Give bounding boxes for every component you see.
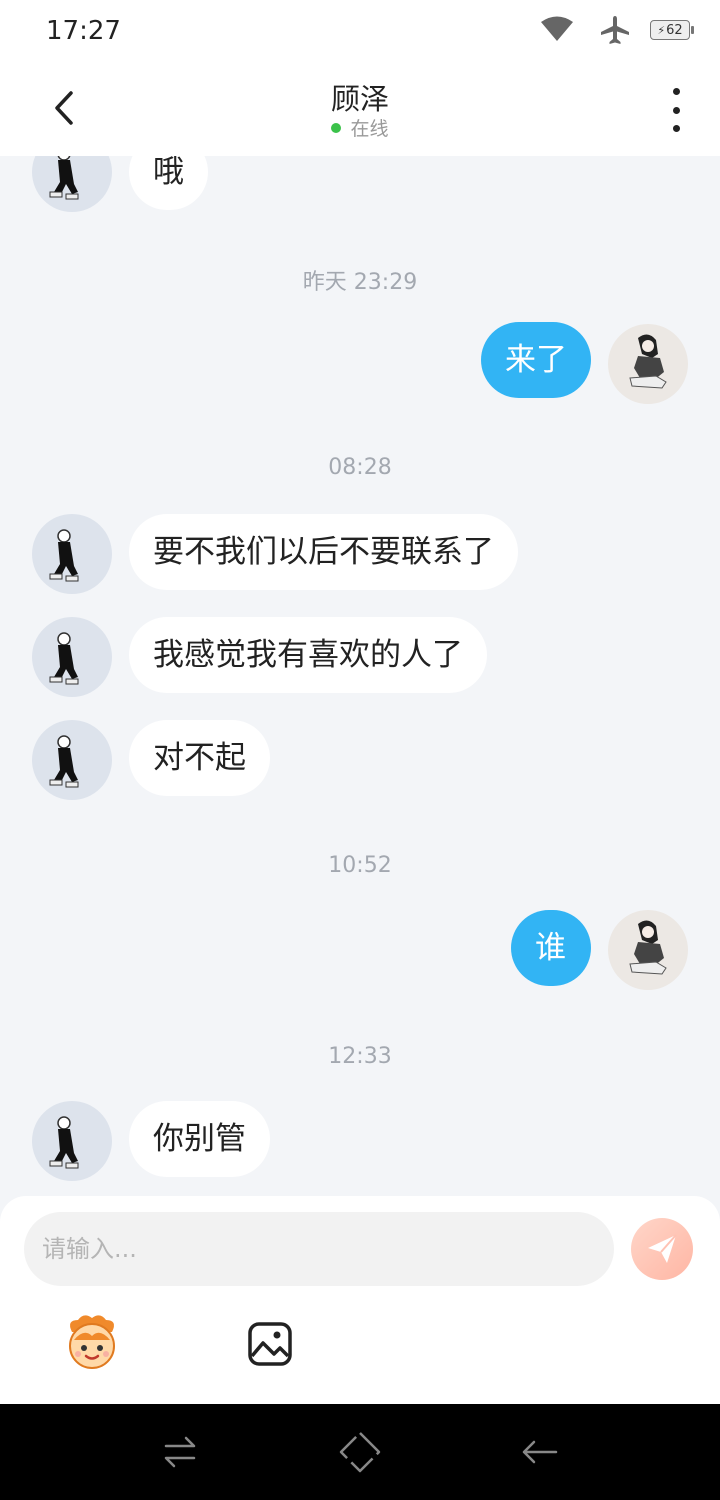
more-dot-icon <box>672 106 680 114</box>
message-bubble[interactable]: 要不我们以后不要联系了 <box>129 514 518 590</box>
message-row: 要不我们以后不要联系了 <box>0 514 720 594</box>
message-timestamp: 12:33 <box>328 1044 392 1069</box>
peer-avatar-image <box>49 735 79 788</box>
more-dot-icon <box>672 125 680 132</box>
message-bubble[interactable]: 哦 <box>129 156 208 210</box>
peer-avatar[interactable] <box>32 617 112 697</box>
more-options-button[interactable] <box>660 88 692 132</box>
peer-avatar[interactable] <box>32 156 112 212</box>
message-bubble[interactable]: 来了 <box>481 322 591 398</box>
peer-avatar[interactable] <box>32 514 112 594</box>
message-timestamp: 昨天 23:29 <box>302 270 418 295</box>
message-row: 对不起 <box>0 720 720 800</box>
battery-indicator: ⚡ 62 <box>650 20 694 40</box>
contact-name: 顾泽 <box>330 82 389 116</box>
back-nav-button[interactable] <box>516 1428 564 1476</box>
online-status: 在线 <box>0 114 720 141</box>
emoji-button[interactable] <box>60 1310 124 1374</box>
airplane-mode-icon <box>601 16 629 44</box>
message-row: 来了 <box>0 322 720 404</box>
message-bubble[interactable]: 谁 <box>511 910 591 986</box>
more-dot-icon <box>672 88 680 95</box>
message-row: 我感觉我有喜欢的人了 <box>0 617 720 697</box>
self-avatar-image <box>629 334 667 389</box>
self-avatar[interactable] <box>608 910 688 990</box>
peer-avatar-image <box>49 529 79 582</box>
peer-avatar[interactable] <box>32 720 112 800</box>
message-bubble[interactable]: 对不起 <box>129 720 270 796</box>
message-list[interactable]: 哦 昨天 23:29 来了 08:28 要不我们以后不要联系了 我感觉我有喜欢的… <box>0 156 720 1196</box>
peer-avatar-image <box>49 1116 79 1169</box>
status-bar: 17:27 ⚡ 62 <box>0 0 720 66</box>
system-nav-bar <box>0 1404 720 1500</box>
self-avatar[interactable] <box>608 324 688 404</box>
peer-avatar-image <box>49 156 79 200</box>
charging-icon: ⚡ <box>657 23 666 37</box>
message-timestamp: 10:52 <box>328 853 392 878</box>
input-panel: 请输入... <box>0 1196 720 1404</box>
chat-header: 顾泽 在线 <box>0 66 720 156</box>
home-button[interactable] <box>336 1428 384 1476</box>
online-status-label: 在线 <box>350 118 389 140</box>
message-row: 谁 <box>0 910 720 990</box>
peer-avatar[interactable] <box>32 1101 112 1181</box>
message-bubble[interactable]: 你别管 <box>129 1101 270 1177</box>
peer-avatar-image <box>49 632 79 685</box>
image-button[interactable] <box>246 1320 294 1368</box>
recent-apps-button[interactable] <box>156 1428 204 1476</box>
message-bubble[interactable]: 我感觉我有喜欢的人了 <box>129 617 487 693</box>
online-dot-icon <box>331 123 342 133</box>
image-icon <box>248 1322 292 1366</box>
message-input[interactable]: 请输入... <box>24 1212 614 1286</box>
status-time: 17:27 <box>46 16 121 46</box>
message-row: 哦 <box>0 156 720 212</box>
wifi-icon <box>541 16 573 41</box>
battery-level: 62 <box>666 22 683 38</box>
message-row: 你别管 <box>0 1101 720 1181</box>
paper-plane-icon <box>648 1234 677 1263</box>
send-button[interactable] <box>631 1218 693 1280</box>
emoji-icon <box>69 1315 115 1369</box>
self-avatar-image <box>629 920 667 975</box>
message-timestamp: 08:28 <box>328 455 392 480</box>
